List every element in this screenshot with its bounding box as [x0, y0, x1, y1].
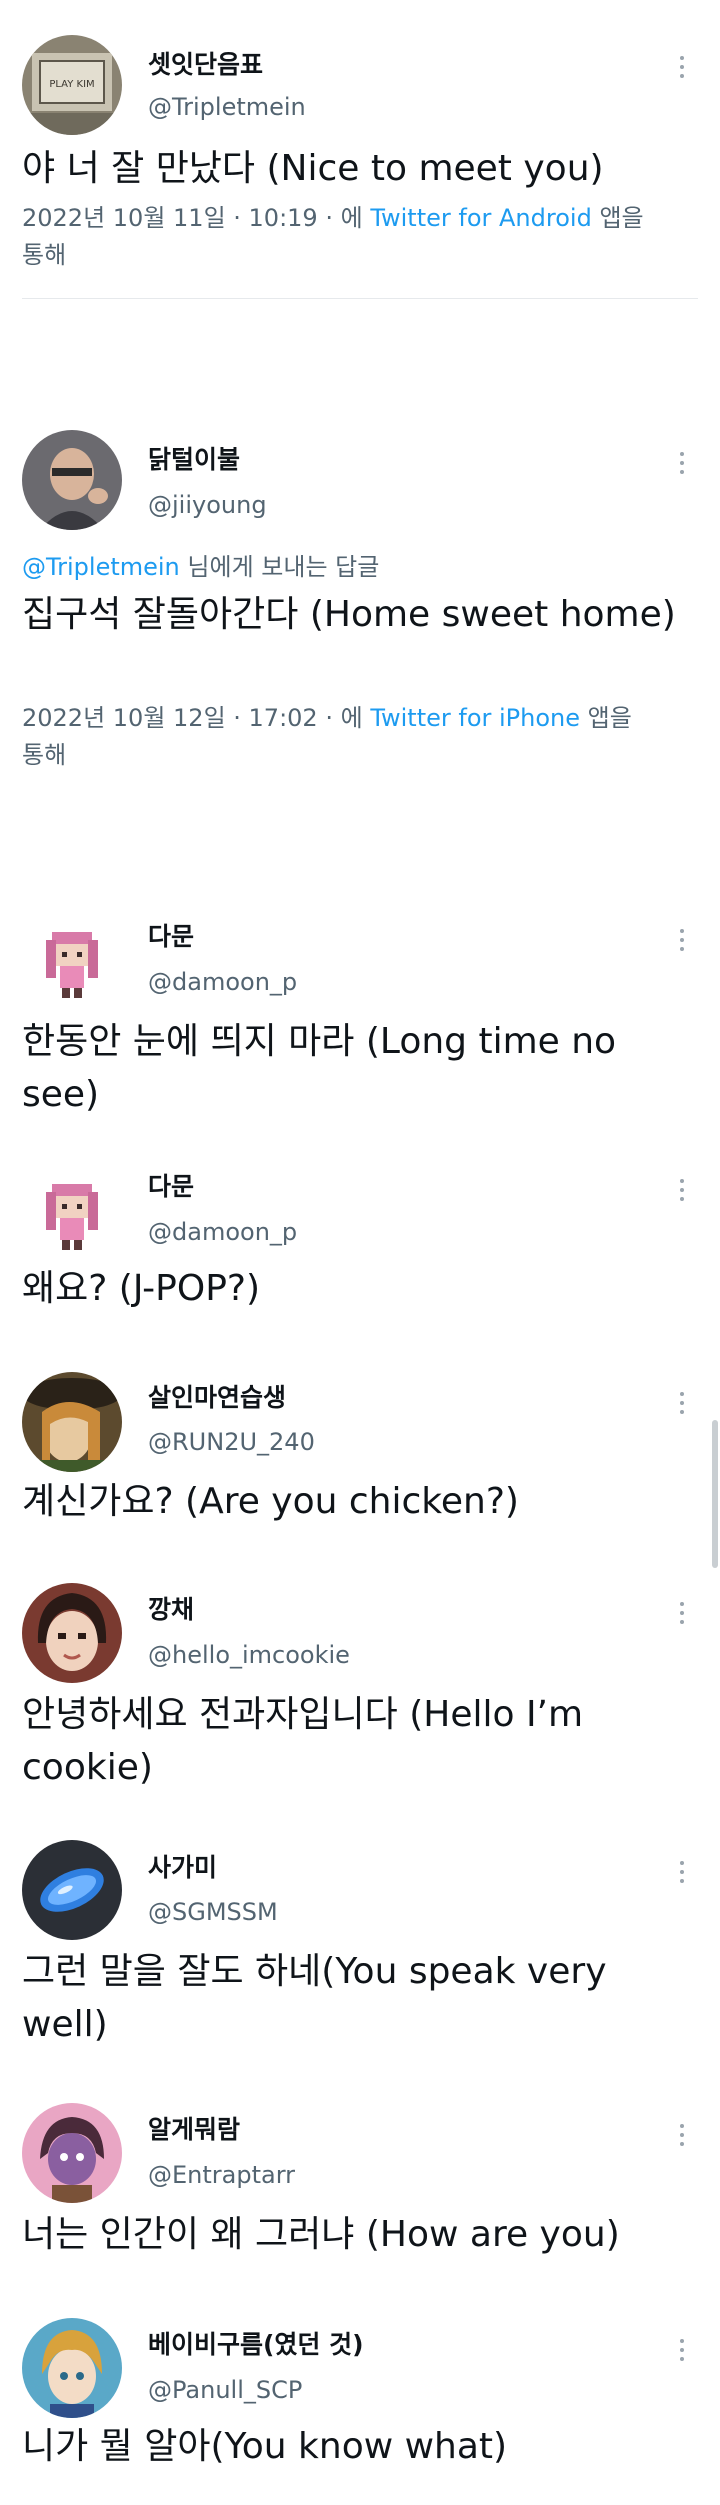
user-handle[interactable]: @RUN2U_240 — [148, 1427, 315, 1457]
scrollbar[interactable] — [712, 1420, 718, 1568]
user-handle[interactable]: @Tripletmein — [148, 92, 306, 122]
more-options-icon[interactable] — [676, 1175, 688, 1205]
display-name[interactable]: 다문 — [148, 1172, 194, 1202]
tweet-text: 안녕하세요 전과자입니다 (Hello I’m cookie) — [22, 1694, 584, 1788]
user-handle[interactable]: @damoon_p — [148, 967, 297, 997]
avatar[interactable] — [22, 1583, 122, 1683]
user-handle[interactable]: @damoon_p — [148, 1217, 297, 1247]
reply-context: @Tripletmein 님에게 보내는 답글 — [22, 552, 379, 582]
more-options-icon[interactable] — [676, 1388, 688, 1418]
display-name[interactable]: 셋잇단음표 — [148, 50, 263, 80]
tweet-text: 계신가요? (Are you chicken?) — [22, 1481, 519, 1522]
client-link[interactable]: Twitter for Android — [370, 204, 591, 232]
tweet-meta: 2022년 10월 11일 · 10:19 · 에 Twitter for An… — [22, 200, 694, 274]
reply-to-handle[interactable]: @Tripletmein — [22, 553, 180, 581]
avatar[interactable] — [22, 1372, 122, 1472]
tweet-text: 니가 뭘 알아(You know what) — [22, 2426, 508, 2467]
display-name[interactable]: 사가미 — [148, 1853, 217, 1883]
display-name[interactable]: 깡채 — [148, 1595, 194, 1625]
via-text: 통해 — [22, 241, 67, 269]
avatar[interactable] — [22, 1840, 122, 1940]
display-name[interactable]: 살인마연습생 — [148, 1383, 286, 1413]
divider — [22, 298, 698, 299]
more-options-icon[interactable] — [676, 1598, 688, 1628]
tweet-text: 야 너 잘 만났다 (Nice to meet you) — [22, 148, 604, 189]
display-name[interactable]: 다문 — [148, 922, 194, 952]
user-handle[interactable]: @hello_imcookie — [148, 1640, 350, 1670]
avatar[interactable] — [22, 2103, 122, 2203]
via-text: 통해 — [22, 741, 67, 769]
user-handle[interactable]: @Entraptarr — [148, 2160, 295, 2190]
tweet-text: 그런 말을 잘도 하네(You speak very well) — [22, 1951, 607, 2045]
client-suffix: 앱을 — [587, 704, 632, 732]
avatar[interactable] — [22, 1162, 122, 1262]
tweet-text: 집구석 잘돌아간다 (Home sweet home) — [22, 594, 676, 635]
tweet-text: 한동안 눈에 띄지 마라 (Long time no see) — [22, 1021, 617, 1115]
display-name[interactable]: 닭털이불 — [148, 445, 240, 475]
tweet-date[interactable]: 2022년 10월 12일 · 17:02 · 에 — [22, 704, 363, 732]
more-options-icon[interactable] — [676, 52, 688, 82]
more-options-icon[interactable] — [676, 2120, 688, 2150]
display-name[interactable]: 알게뭐람 — [148, 2115, 240, 2145]
avatar[interactable] — [22, 430, 122, 530]
tweet-text: 왜요? (J-POP?) — [22, 1268, 261, 1309]
client-link[interactable]: Twitter for iPhone — [370, 704, 580, 732]
avatar[interactable]: PLAY KIM — [22, 35, 122, 135]
tweet-meta: 2022년 10월 12일 · 17:02 · 에 Twitter for iP… — [22, 700, 694, 774]
more-options-icon[interactable] — [676, 1857, 688, 1887]
user-handle[interactable]: @SGMSSM — [148, 1897, 278, 1927]
more-options-icon[interactable] — [676, 2335, 688, 2365]
more-options-icon[interactable] — [676, 448, 688, 478]
reply-suffix: 님에게 보내는 답글 — [187, 553, 380, 581]
user-handle[interactable]: @jiiyoung — [148, 490, 267, 520]
user-handle[interactable]: @Panull_SCP — [148, 2375, 302, 2405]
tweet-date[interactable]: 2022년 10월 11일 · 10:19 · 에 — [22, 204, 363, 232]
display-name[interactable]: 베이비구름(였던 것) — [148, 2330, 364, 2360]
svg-text:PLAY KIM: PLAY KIM — [49, 79, 94, 90]
avatar[interactable] — [22, 2318, 122, 2418]
more-options-icon[interactable] — [676, 925, 688, 955]
client-suffix: 앱을 — [599, 204, 644, 232]
avatar[interactable] — [22, 910, 122, 1010]
tweet-text: 너는 인간이 왜 그러냐 (How are you) — [22, 2214, 620, 2255]
